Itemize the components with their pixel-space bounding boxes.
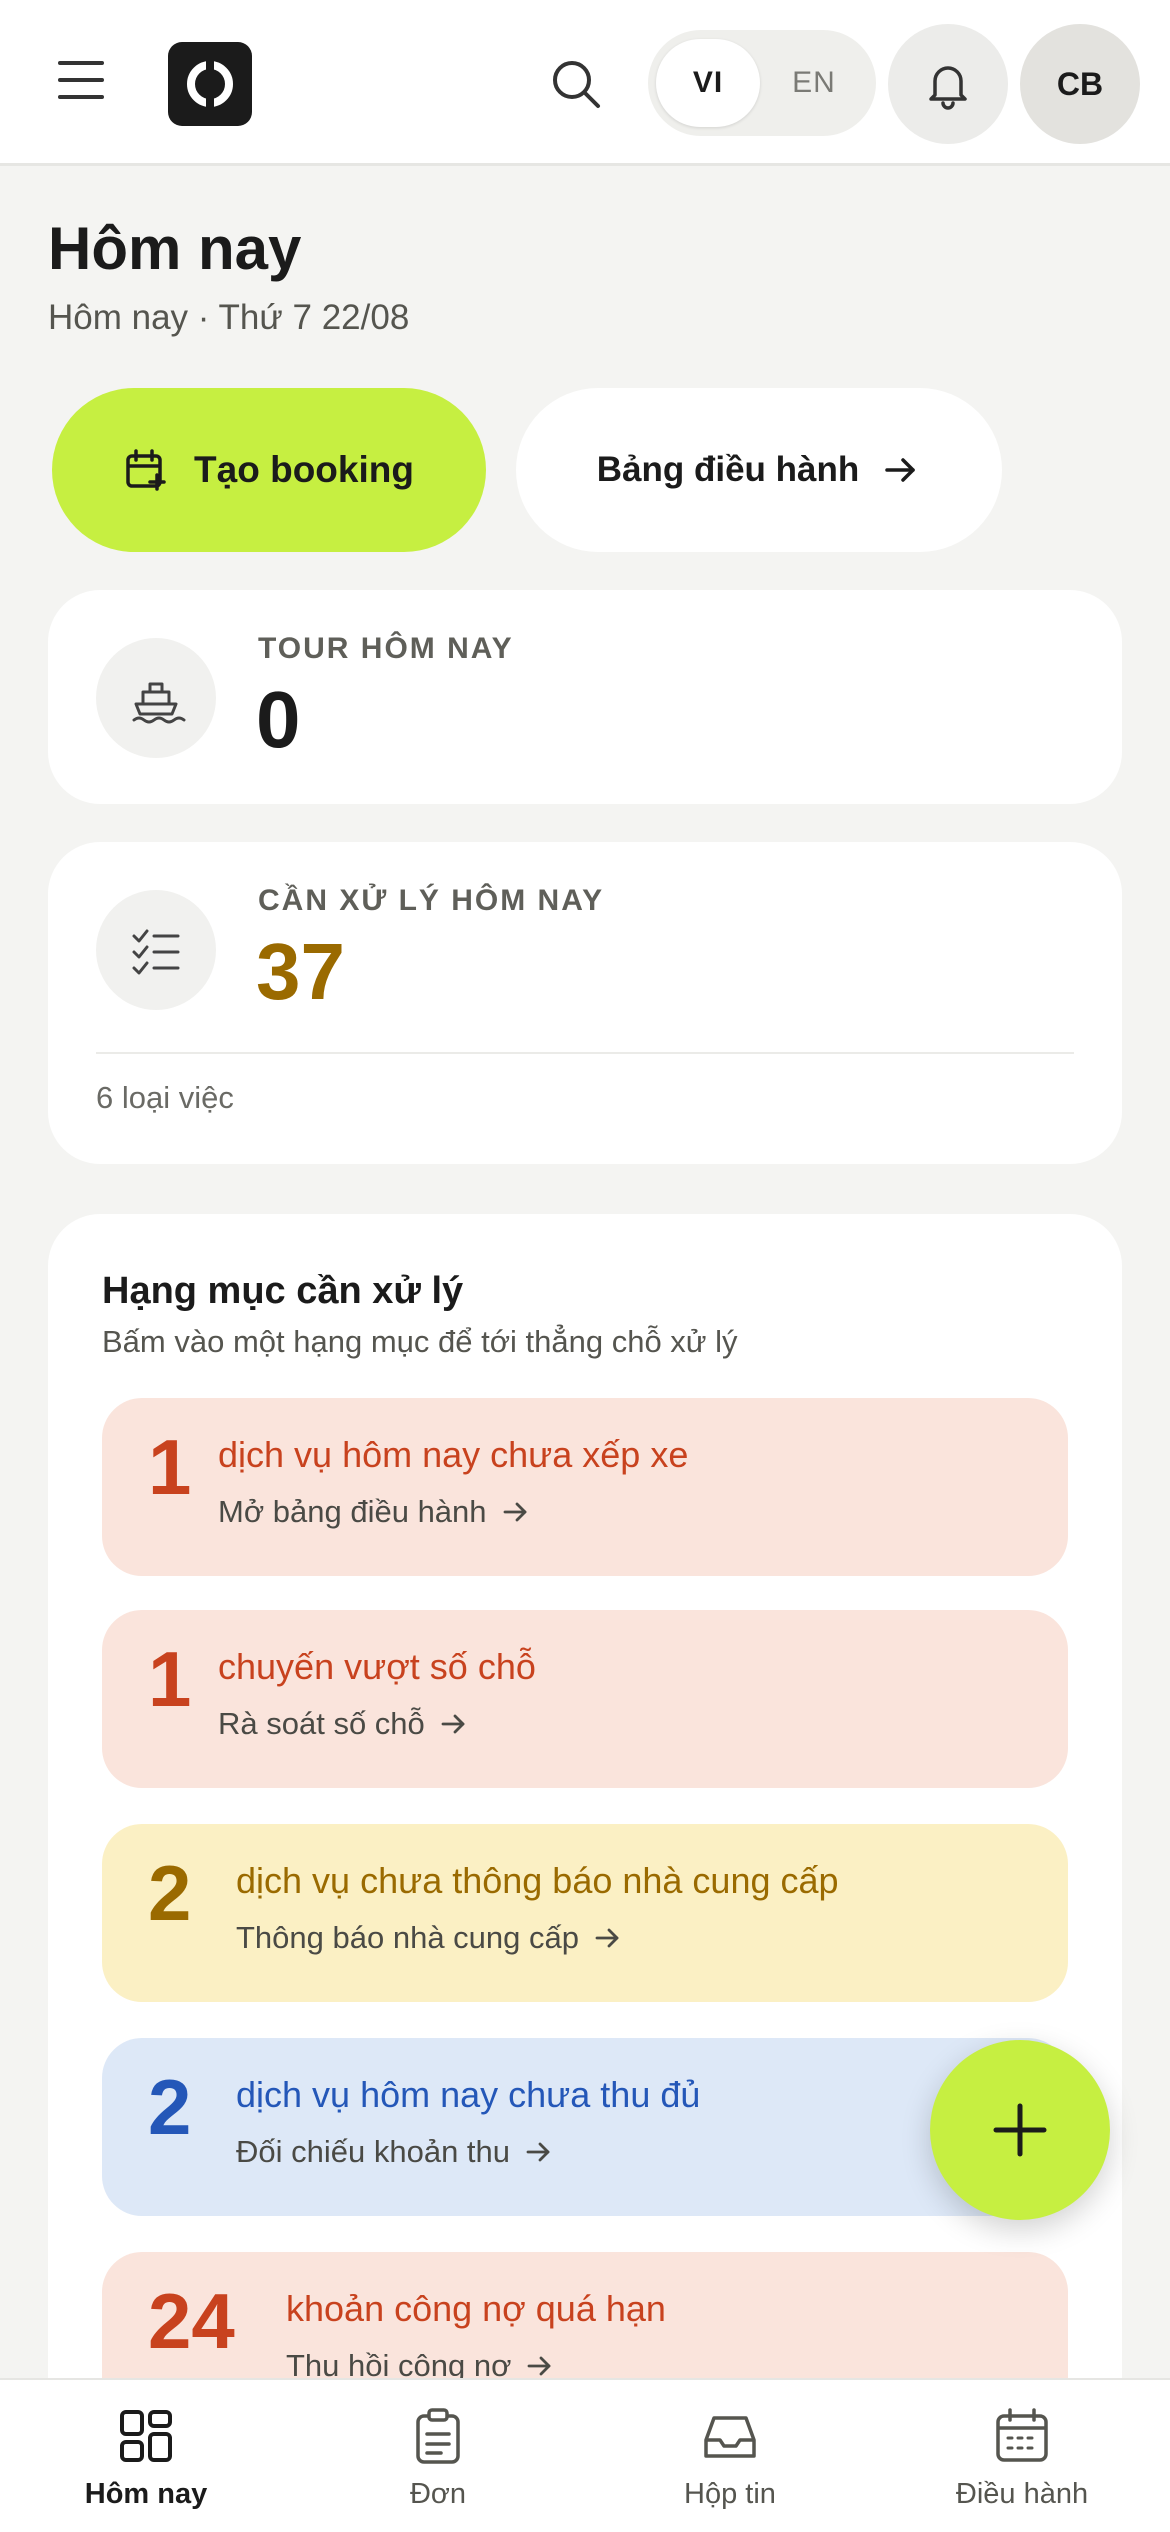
page-subtitle: Hôm nay · Thứ 7 22/08 <box>48 298 410 337</box>
category-title: dịch vụ hôm nay chưa xếp xe <box>218 1434 689 1475</box>
calendar-icon <box>996 2408 1048 2462</box>
calendar-plus-icon <box>126 449 166 491</box>
card-divider <box>96 1052 1074 1054</box>
tours-today-label: TOUR HÔM NAY <box>258 632 514 665</box>
arrow-right-icon <box>526 2142 550 2162</box>
logo-gap-bottom <box>206 96 214 108</box>
category-title: dịch vụ hôm nay chưa thu đủ <box>236 2074 701 2115</box>
nav-label: Điều hành <box>955 2478 1089 2510</box>
plus-icon <box>993 2103 1047 2157</box>
todo-today-card[interactable]: CẦN XỬ LÝ HÔM NAY 37 6 loại việc <box>48 842 1122 1164</box>
grid-icon <box>120 2410 172 2462</box>
nav-label: Hôm nay <box>84 2478 208 2510</box>
category-count: 2 <box>148 1849 192 1937</box>
checklist-icon <box>132 929 180 975</box>
search-icon <box>553 61 600 108</box>
nav-label: Hộp tin <box>684 2478 776 2510</box>
tours-today-value: 0 <box>256 675 301 764</box>
checklist-icon-wrap <box>96 890 216 1010</box>
category-title: khoản công nợ quá hạn <box>286 2288 666 2329</box>
tours-today-card[interactable]: TOUR HÔM NAY 0 <box>48 590 1122 804</box>
category-action: Rà soát số chỗ <box>218 1706 469 1742</box>
todo-types-count: 6 loại việc <box>96 1080 234 1115</box>
category-count: 1 <box>148 1423 192 1511</box>
nav-item-inbox[interactable]: Hộp tin <box>584 2380 876 2532</box>
ship-icon-wrap <box>96 638 216 758</box>
category-unpaid-services[interactable]: 2 dịch vụ hôm nay chưa thu đủ Đối chiếu … <box>102 2038 1068 2216</box>
nav-item-operations[interactable]: Điều hành <box>876 2380 1168 2532</box>
logo-gap-top <box>206 60 214 72</box>
category-count: 1 <box>148 1635 192 1723</box>
category-title: chuyến vượt số chỗ <box>218 1646 536 1687</box>
todo-today-label: CẦN XỬ LÝ HÔM NAY <box>258 884 605 917</box>
top-bar: VI EN CB <box>0 0 1170 166</box>
menu-icon-line <box>58 78 104 82</box>
category-count: 24 <box>148 2277 235 2365</box>
category-action-label: Đối chiếu khoản thu <box>236 2134 511 2169</box>
bottom-nav: Hôm nay Đơn Hộp tin Điều hành <box>0 2378 1170 2532</box>
create-booking-button[interactable]: Tạo booking <box>52 388 486 552</box>
category-action-label: Thông báo nhà cung cấp <box>236 1920 579 1955</box>
arrow-right-icon <box>595 1928 619 1948</box>
category-over-capacity[interactable]: 1 chuyến vượt số chỗ Rà soát số chỗ <box>102 1610 1068 1788</box>
bell-icon <box>929 66 967 110</box>
app-screen: VI EN CB Hôm nay Hôm nay · Thứ 7 22/08 T… <box>0 0 1170 2532</box>
category-action: Thông báo nhà cung cấp <box>236 1920 623 1956</box>
menu-icon-line <box>58 61 104 65</box>
ship-icon <box>132 682 186 724</box>
dashboard-button[interactable]: Bảng điều hành <box>516 388 1002 552</box>
category-supplier-not-notified[interactable]: 2 dịch vụ chưa thông báo nhà cung cấp Th… <box>102 1824 1068 2002</box>
menu-icon-line <box>58 95 104 99</box>
category-action: Đối chiếu khoản thu <box>236 2134 554 2170</box>
lang-option-en[interactable]: EN <box>762 39 866 127</box>
menu-button[interactable] <box>58 55 122 111</box>
lang-option-vi[interactable]: VI <box>656 39 760 127</box>
category-count: 2 <box>148 2063 192 2151</box>
arrow-right-icon <box>503 1502 526 1522</box>
arrow-right-icon <box>885 458 915 482</box>
user-avatar[interactable]: CB <box>1020 24 1140 144</box>
categories-title: Hạng mục cần xử lý <box>102 1270 464 1312</box>
add-fab-button[interactable] <box>930 2040 1110 2220</box>
arrow-right-icon <box>528 2356 551 2376</box>
inbox-icon <box>704 2416 756 2458</box>
page-title: Hôm nay <box>48 215 302 282</box>
category-unassigned-vehicle[interactable]: 1 dịch vụ hôm nay chưa xếp xe Mở bảng đi… <box>102 1398 1068 1576</box>
nav-label: Đơn <box>409 2478 467 2510</box>
nav-item-today[interactable]: Hôm nay <box>0 2380 292 2532</box>
category-action-label: Rà soát số chỗ <box>218 1706 425 1741</box>
clipboard-icon <box>416 2408 460 2464</box>
nav-item-orders[interactable]: Đơn <box>292 2380 584 2532</box>
app-logo[interactable] <box>168 42 252 126</box>
category-title: dịch vụ chưa thông báo nhà cung cấp <box>236 1860 839 1901</box>
arrow-right-icon <box>441 1714 465 1734</box>
search-button[interactable] <box>546 54 606 114</box>
category-action-label: Mở bảng điều hành <box>218 1494 487 1529</box>
categories-card: Hạng mục cần xử lý Bấm vào một hạng mục … <box>48 1214 1122 2454</box>
category-action: Mở bảng điều hành <box>218 1494 531 1530</box>
create-booking-label: Tạo booking <box>194 449 414 490</box>
dashboard-label: Bảng điều hành <box>596 450 860 489</box>
language-toggle: VI EN <box>648 30 876 136</box>
notifications-button[interactable] <box>888 24 1008 144</box>
todo-today-value: 37 <box>256 927 345 1016</box>
categories-subtitle: Bấm vào một hạng mục để tới thẳng chỗ xử… <box>102 1324 738 1359</box>
